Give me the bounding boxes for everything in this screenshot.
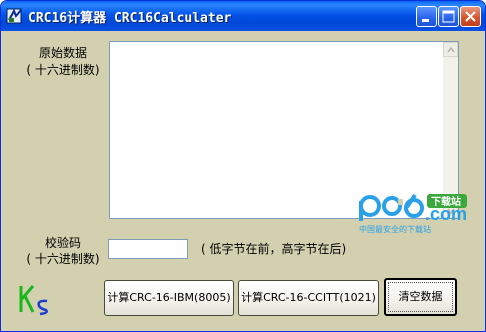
byte-order-note: ( 低字节在前，高字节在后) xyxy=(201,242,347,256)
ks-logo xyxy=(19,285,48,316)
close-icon xyxy=(465,11,476,22)
calc-crc16-ibm-button[interactable]: 计算CRC-16-IBM(8005) xyxy=(104,280,234,316)
minimize-icon xyxy=(422,19,429,22)
main-window: CRC16计算器 CRC16Calculater 原始数据 ( 十六进制数) 校… xyxy=(0,0,486,332)
check-code-field[interactable] xyxy=(108,239,188,259)
title-bar[interactable]: CRC16计算器 CRC16Calculater xyxy=(1,1,485,31)
calculator-app-icon xyxy=(6,8,22,24)
chevron-up-icon xyxy=(447,47,455,53)
scroll-up-button[interactable] xyxy=(443,42,458,57)
svg-text:中国最安全的下载站: 中国最安全的下载站 xyxy=(359,224,431,234)
original-data-label: 原始数据 xyxy=(38,46,87,60)
pc6-watermark-logo: .com 下载站 中国最安全的下载站 xyxy=(359,193,467,234)
svg-text:下载站: 下载站 xyxy=(431,195,461,208)
minimize-button[interactable] xyxy=(416,6,437,27)
check-code-label: 校验码 xyxy=(44,236,81,250)
maximize-button[interactable] xyxy=(438,6,459,27)
clear-data-button[interactable]: 清空数据 xyxy=(384,278,457,316)
calc-crc16-ccitt-button[interactable]: 计算CRC-16-CCITT(1021) xyxy=(238,280,379,316)
window-title: CRC16计算器 CRC16Calculater xyxy=(28,11,232,26)
original-data-hex-label: ( 十六进制数) xyxy=(26,63,100,77)
check-code-hex-label: ( 十六进制数) xyxy=(26,252,100,266)
close-button[interactable] xyxy=(460,6,481,27)
maximize-icon xyxy=(442,10,455,23)
